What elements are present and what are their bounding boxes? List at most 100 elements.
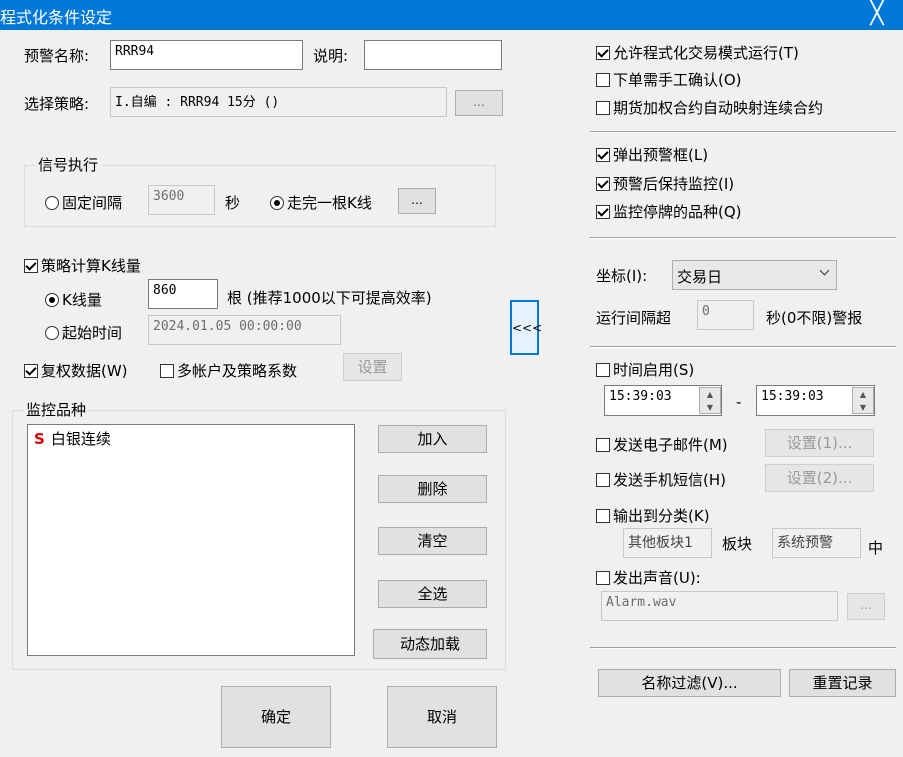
- checkbox-popup[interactable]: [596, 148, 610, 162]
- chevron-down-icon: [819, 265, 830, 276]
- description-input[interactable]: [364, 40, 502, 70]
- bar-complete-radio[interactable]: 走完一根K线: [270, 192, 372, 213]
- futures-map-label: 期货加权合约自动映射连续合约: [613, 99, 824, 117]
- divider: [590, 131, 896, 133]
- popup-label: 弹出预警框(L): [613, 146, 709, 164]
- category-checkbox[interactable]: 输出到分类(K): [596, 505, 710, 526]
- title-bar: 程式化条件设定 ╳: [0, 0, 903, 30]
- alert-name-input[interactable]: RRR94: [110, 40, 303, 70]
- email-settings-button[interactable]: 设置(1)...: [765, 429, 874, 457]
- bar-settings-button[interactable]: ...: [398, 188, 436, 214]
- clear-button[interactable]: 清空: [378, 527, 487, 555]
- divider: [590, 237, 896, 239]
- calc-kline-label: 策略计算K线量: [41, 257, 141, 275]
- checkbox-monitor-suspended[interactable]: [596, 205, 610, 219]
- divider: [590, 346, 896, 348]
- monitor-list[interactable]: S 白银连续: [27, 424, 355, 656]
- axis-label: 坐标(I):: [596, 267, 648, 285]
- fq-data-label: 复权数据(W): [41, 362, 128, 380]
- strategy-browse-button[interactable]: ...: [455, 90, 503, 116]
- time-from-value: 15:39:03: [609, 389, 672, 404]
- kcount-input[interactable]: 860: [148, 279, 218, 309]
- kcount-label: K线量: [62, 291, 102, 309]
- fixed-interval-label: 固定间隔: [62, 194, 123, 212]
- allow-program-checkbox[interactable]: 允许程式化交易模式运行(T): [596, 42, 799, 63]
- allow-program-label: 允许程式化交易模式运行(T): [613, 44, 799, 62]
- fq-data-checkbox[interactable]: 复权数据(W): [24, 360, 128, 381]
- strategy-field: I.自编 : RRR94 15分 (): [110, 87, 447, 117]
- checkbox-time-enable[interactable]: [596, 363, 610, 377]
- manual-confirm-checkbox[interactable]: 下单需手工确认(O): [596, 69, 742, 90]
- checkbox-category[interactable]: [596, 509, 610, 523]
- sound-checkbox[interactable]: 发出声音(U):: [596, 567, 701, 588]
- add-button[interactable]: 加入: [378, 425, 487, 453]
- calc-kline-checkbox[interactable]: 策略计算K线量: [24, 255, 141, 276]
- checkbox-manual-confirm[interactable]: [596, 73, 610, 87]
- keep-monitor-checkbox[interactable]: 预警后保持监控(I): [596, 173, 734, 194]
- collapse-button[interactable]: <<<: [510, 300, 542, 355]
- reset-record-button[interactable]: 重置记录: [789, 669, 896, 697]
- category-suffix: 中: [868, 539, 884, 557]
- delete-button[interactable]: 删除: [378, 475, 487, 503]
- checkbox-fq-data[interactable]: [24, 364, 38, 378]
- axis-select-value: 交易日: [677, 268, 723, 286]
- list-item[interactable]: S 白银连续: [28, 425, 354, 452]
- time-to-spinner[interactable]: ▲ ▼: [852, 387, 874, 414]
- checkbox-email[interactable]: [596, 438, 610, 452]
- sound-label: 发出声音(U):: [613, 569, 701, 587]
- keep-monitor-label: 预警后保持监控(I): [613, 175, 735, 193]
- arrow-down-icon[interactable]: ▼: [700, 401, 720, 414]
- radio-kcount[interactable]: [45, 293, 59, 307]
- arrow-up-icon[interactable]: ▲: [700, 388, 720, 401]
- email-checkbox[interactable]: 发送电子邮件(M): [596, 434, 728, 455]
- alert-name-label: 预警名称:: [24, 47, 90, 65]
- dynamic-load-button[interactable]: 动态加载: [373, 629, 487, 659]
- seconds-unit: 秒: [225, 194, 241, 212]
- futures-map-checkbox[interactable]: 期货加权合约自动映射连续合约: [596, 97, 823, 118]
- signal-group-label: 信号执行: [34, 154, 103, 175]
- start-time-input[interactable]: 2024.01.05 00:00:00: [148, 315, 341, 345]
- checkbox-multi-account[interactable]: [160, 364, 174, 378]
- sms-checkbox[interactable]: 发送手机短信(H): [596, 469, 726, 490]
- name-filter-button[interactable]: 名称过滤(V)...: [598, 669, 781, 697]
- kcount-radio[interactable]: K线量: [45, 289, 102, 310]
- checkbox-sms[interactable]: [596, 473, 610, 487]
- radio-bar-complete[interactable]: [270, 196, 284, 210]
- monitor-suspended-checkbox[interactable]: 监控停牌的品种(Q): [596, 201, 742, 222]
- radio-start-time[interactable]: [45, 326, 59, 340]
- sms-settings-button[interactable]: 设置(2)...: [765, 464, 874, 492]
- start-time-radio[interactable]: 起始时间: [45, 322, 122, 343]
- monitor-suspended-label: 监控停牌的品种(Q): [613, 203, 742, 221]
- checkbox-sound[interactable]: [596, 571, 610, 585]
- sound-file-input[interactable]: Alarm.wav: [601, 591, 838, 621]
- popup-checkbox[interactable]: 弹出预警框(L): [596, 144, 708, 165]
- interval-input[interactable]: 0: [697, 300, 754, 330]
- time-enable-checkbox[interactable]: 时间启用(S): [596, 359, 694, 380]
- axis-select[interactable]: 交易日: [672, 260, 837, 290]
- time-range-dash: -: [736, 393, 742, 411]
- ok-button[interactable]: 确定: [221, 686, 331, 748]
- cancel-button[interactable]: 取消: [387, 686, 497, 748]
- checkbox-futures-map[interactable]: [596, 101, 610, 115]
- time-enable-label: 时间启用(S): [613, 361, 695, 379]
- category-block2-input[interactable]: 系统预警: [772, 528, 861, 558]
- bar-complete-label: 走完一根K线: [287, 194, 372, 212]
- checkbox-calc-kline[interactable]: [24, 259, 38, 273]
- select-all-button[interactable]: 全选: [378, 580, 487, 608]
- arrow-down-icon[interactable]: ▼: [853, 401, 873, 414]
- checkbox-allow-program[interactable]: [596, 46, 610, 60]
- arrow-up-icon[interactable]: ▲: [853, 388, 873, 401]
- fixed-interval-radio[interactable]: 固定间隔: [45, 192, 122, 213]
- category-block1-input[interactable]: 其他板块1: [623, 528, 712, 558]
- radio-fixed-interval[interactable]: [45, 196, 59, 210]
- multi-settings-button[interactable]: 设置: [343, 353, 402, 381]
- fixed-interval-input[interactable]: 3600: [148, 185, 215, 215]
- checkbox-keep-monitor[interactable]: [596, 177, 610, 191]
- symbol-badge: S: [34, 430, 45, 448]
- multi-account-checkbox[interactable]: 多帐户及策略系数: [160, 360, 297, 381]
- sound-browse-button[interactable]: ...: [847, 593, 885, 620]
- description-label: 说明:: [313, 47, 349, 65]
- close-icon[interactable]: ╳: [866, 1, 888, 27]
- category-label: 输出到分类(K): [613, 507, 710, 525]
- time-from-spinner[interactable]: ▲ ▼: [699, 387, 721, 414]
